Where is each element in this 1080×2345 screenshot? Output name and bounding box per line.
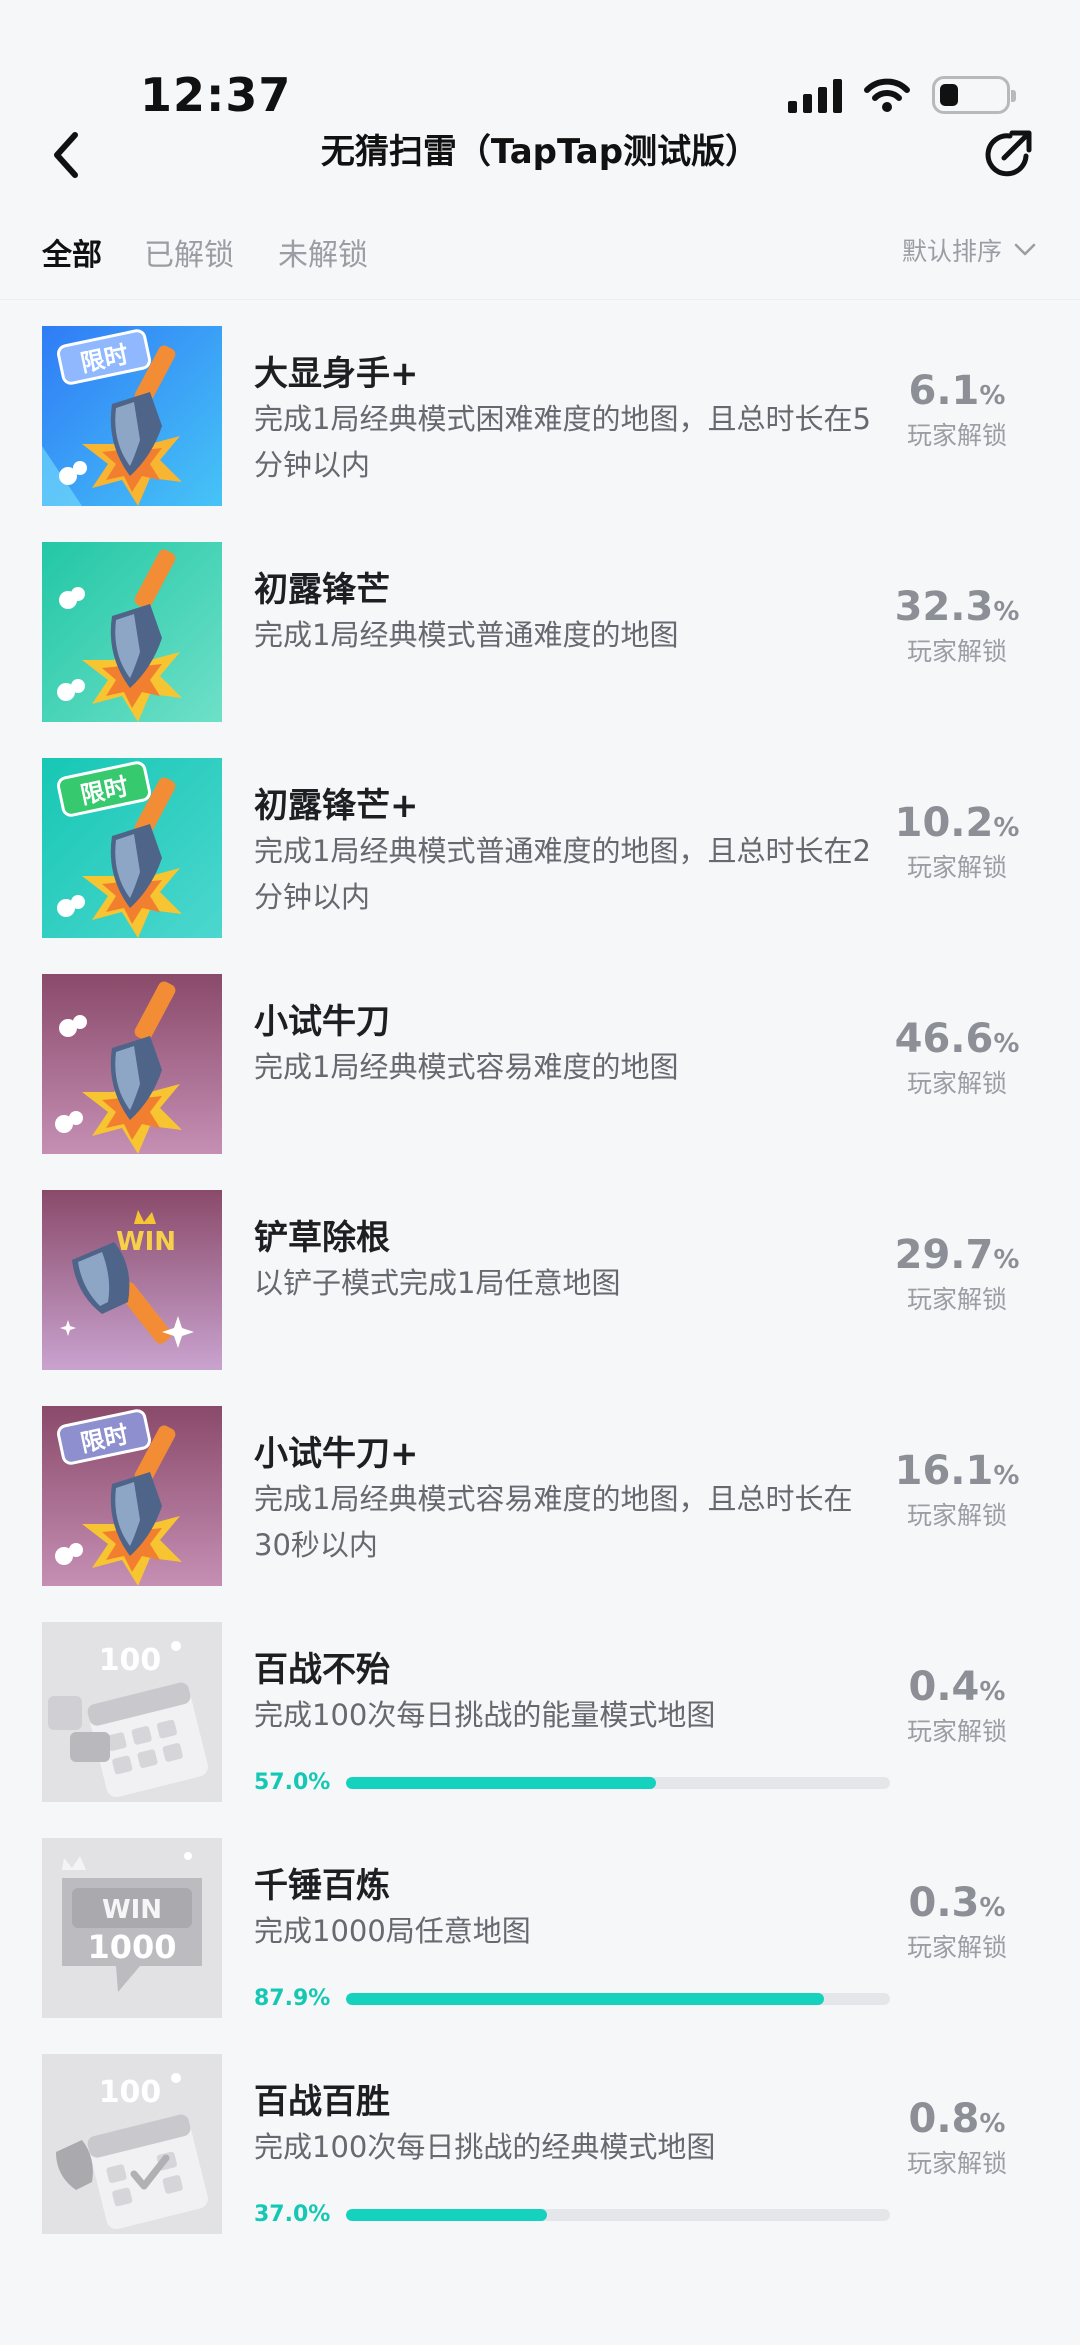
progress-bar (346, 1776, 890, 1789)
achievement-badge-icon: 100 (42, 1622, 222, 1802)
achievement-desc: 完成1000局任意地图 (254, 1914, 531, 1948)
chevron-down-icon (1014, 243, 1036, 256)
svg-text:1000: 1000 (87, 1928, 176, 1966)
share-button[interactable] (970, 116, 1046, 192)
achievement-desc: 完成1局经典模式普通难度的地图 (254, 618, 679, 652)
svg-text:100: 100 (99, 1643, 162, 1678)
achievement-badge-icon: 限时 (42, 326, 222, 506)
unlock-stat: 0.8% 玩家解锁 (882, 2096, 1032, 2180)
svg-text:WIN: WIN (116, 1227, 176, 1257)
achievement-badge-icon: WIN (42, 1190, 222, 1370)
progress-row: 37.0% (254, 2202, 890, 2227)
achievement-badge-icon: 限时 (42, 1406, 222, 1586)
battery-icon (932, 76, 1016, 114)
achievement-desc: 完成1局经典模式困难难度的地图，且总时长在5分钟以内 (254, 402, 871, 482)
achievement-title: 大显身手+ (254, 354, 419, 394)
share-icon (985, 130, 1032, 177)
unlock-stat: 29.7% 玩家解锁 (882, 1232, 1032, 1316)
achievement-item[interactable]: 限时 大显身手+ 完成1局经典模式困难难度的地图，且总时长在5分钟以内 6.1%… (0, 310, 1080, 526)
sort-label: 默认排序 (901, 237, 1002, 266)
unlock-rate: 0.4% (908, 1664, 1006, 1710)
unlock-rate: 16.1% (894, 1448, 1020, 1494)
achievement-title: 初露锋芒 (254, 570, 390, 610)
achievement-item[interactable]: WIN 铲草除根 以铲子模式完成1局任意地图 29.7% 玩家解锁 (0, 1174, 1080, 1390)
achievement-item[interactable]: 100 百战不殆 完成100次每日挑战的能量模式地图 57.0% 0.4% 玩家… (0, 1606, 1080, 1822)
progress-row: 57.0% (254, 1770, 890, 1795)
achievement-badge-icon: 限时 (42, 758, 222, 938)
achievement-item[interactable]: 小试牛刀 完成1局经典模式容易难度的地图 46.6% 玩家解锁 (0, 958, 1080, 1174)
unlock-label: 玩家解锁 (906, 2149, 1007, 2178)
status-icons (788, 76, 1016, 114)
unlock-rate: 46.6% (894, 1016, 1020, 1062)
unlock-stat: 6.1% 玩家解锁 (882, 368, 1032, 452)
achievement-item[interactable]: 初露锋芒 完成1局经典模式普通难度的地图 32.3% 玩家解锁 (0, 526, 1080, 742)
achievement-badge-icon (42, 974, 222, 1154)
achievement-desc: 完成100次每日挑战的能量模式地图 (254, 1698, 716, 1732)
unlock-stat: 0.3% 玩家解锁 (882, 1880, 1032, 1964)
unlock-stat: 32.3% 玩家解锁 (882, 584, 1032, 668)
achievement-desc: 完成1局经典模式普通难度的地图，且总时长在2分钟以内 (254, 834, 871, 914)
progress-text: 87.9% (254, 1986, 331, 2011)
progress-text: 37.0% (254, 2202, 331, 2227)
achievement-title: 小试牛刀+ (254, 1434, 419, 1474)
filter-bar: 全部 已解锁 未解锁 默认排序 (0, 210, 1080, 300)
svg-text:WIN: WIN (102, 1895, 162, 1925)
progress-fill (346, 1776, 657, 1789)
unlock-label: 玩家解锁 (906, 1069, 1007, 1098)
achievement-desc: 以铲子模式完成1局任意地图 (254, 1266, 621, 1300)
cellular-signal-icon (788, 77, 842, 113)
achievement-item[interactable]: 限时 初露锋芒+ 完成1局经典模式普通难度的地图，且总时长在2分钟以内 10.2… (0, 742, 1080, 958)
achievement-desc: 完成1局经典模式容易难度的地图 (254, 1050, 679, 1084)
page-title: 无猜扫雷（TapTap测试版） (320, 132, 760, 172)
svg-text:100: 100 (99, 2075, 162, 2110)
tab-locked[interactable]: 未解锁 (278, 230, 368, 274)
unlock-rate: 0.8% (908, 2096, 1006, 2142)
progress-row: 87.9% (254, 1986, 890, 2011)
tab-all[interactable]: 全部 (42, 230, 102, 274)
achievement-title: 小试牛刀 (254, 1002, 390, 1042)
unlock-label: 玩家解锁 (906, 1717, 1007, 1746)
progress-bar (346, 2208, 890, 2221)
unlock-label: 玩家解锁 (906, 1501, 1007, 1530)
unlock-label: 玩家解锁 (906, 1933, 1007, 1962)
achievement-badge-icon: WIN 1000 (42, 1838, 222, 2018)
achievement-badge-icon (42, 542, 222, 722)
achievement-item[interactable]: WIN 1000 千锤百炼 完成1000局任意地图 87.9% 0.3% 玩家解… (0, 1822, 1080, 2038)
unlock-label: 玩家解锁 (906, 421, 1007, 450)
unlock-rate: 29.7% (894, 1232, 1020, 1278)
unlock-label: 玩家解锁 (906, 853, 1007, 882)
achievement-title: 百战不殆 (254, 1650, 390, 1690)
unlock-rate: 6.1% (908, 368, 1006, 414)
achievement-desc: 完成1局经典模式容易难度的地图，且总时长在30秒以内 (254, 1482, 853, 1562)
progress-bar (346, 1992, 890, 2005)
unlock-stat: 0.4% 玩家解锁 (882, 1664, 1032, 1748)
progress-fill (346, 2208, 548, 2221)
progress-text: 57.0% (254, 1770, 331, 1795)
unlock-label: 玩家解锁 (906, 637, 1007, 666)
achievement-title: 百战百胜 (254, 2082, 390, 2122)
achievement-title: 铲草除根 (254, 1218, 390, 1258)
unlock-label: 玩家解锁 (906, 1285, 1007, 1314)
achievement-badge-icon: 100 (42, 2054, 222, 2234)
unlock-stat: 16.1% 玩家解锁 (882, 1448, 1032, 1532)
unlock-stat: 46.6% 玩家解锁 (882, 1016, 1032, 1100)
unlock-rate: 10.2% (894, 800, 1020, 846)
unlock-rate: 0.3% (908, 1880, 1006, 1926)
nav-bar: 无猜扫雷（TapTap测试版） (0, 110, 1080, 210)
achievement-list: 限时 大显身手+ 完成1局经典模式困难难度的地图，且总时长在5分钟以内 6.1%… (0, 310, 1080, 2254)
achievement-item[interactable]: 100 百战百胜 完成100次每日挑战的经典模式地图 37.0% 0.8% 玩家… (0, 2038, 1080, 2254)
unlock-rate: 32.3% (894, 584, 1020, 630)
tab-unlocked[interactable]: 已解锁 (144, 230, 234, 274)
achievement-title: 千锤百炼 (254, 1866, 390, 1906)
achievement-desc: 完成100次每日挑战的经典模式地图 (254, 2130, 716, 2164)
wifi-icon (864, 78, 910, 112)
achievement-item[interactable]: 限时 小试牛刀+ 完成1局经典模式容易难度的地图，且总时长在30秒以内 16.1… (0, 1390, 1080, 1606)
achievement-title: 初露锋芒+ (254, 786, 419, 826)
unlock-stat: 10.2% 玩家解锁 (882, 800, 1032, 884)
progress-fill (346, 1992, 825, 2005)
sort-dropdown[interactable]: 默认排序 (902, 232, 1036, 268)
